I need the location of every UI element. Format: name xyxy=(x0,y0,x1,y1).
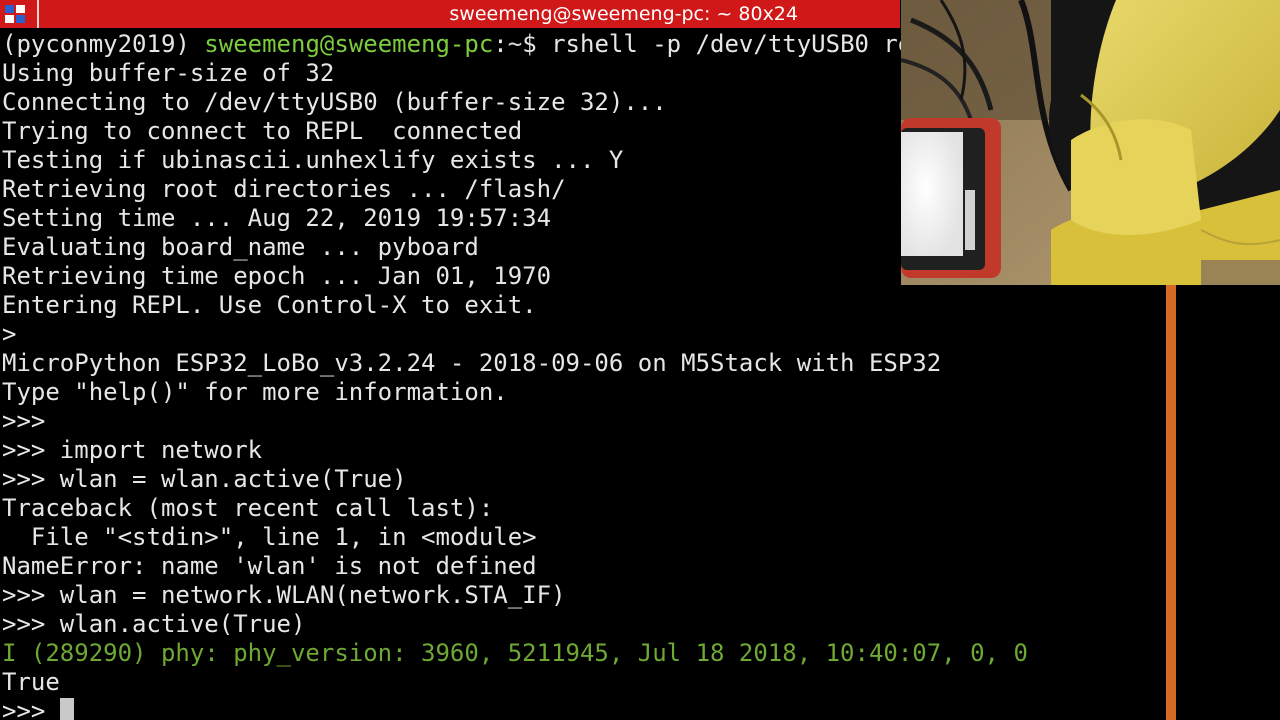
webcam-image xyxy=(901,0,1280,285)
terminal-line: Setting time ... Aug 22, 2019 19:57:34 xyxy=(2,204,552,232)
terminal-title-bar[interactable]: sweemeng@sweemeng-pc: ~ 80x24 xyxy=(0,0,900,28)
esp-log-line: I (289290) phy: phy_version: 3960, 52119… xyxy=(2,639,1028,667)
text-cursor xyxy=(59,698,74,720)
prompt-command: rshell -p /dev/ttyUSB0 re xyxy=(536,30,913,58)
terminal-line: >>> import network xyxy=(2,436,263,464)
terminal-line: >>> wlan = wlan.active(True) xyxy=(2,465,407,493)
terminal-line: Connecting to /dev/ttyUSB0 (buffer-size … xyxy=(2,88,667,116)
side-accent-bar xyxy=(1166,285,1176,720)
terminal-line: >>> wlan.active(True) xyxy=(2,610,306,638)
virtualenv-name: (pyconmy2019) xyxy=(2,30,190,58)
terminal-line: Evaluating board_name ... pyboard xyxy=(2,233,479,261)
terminal-line: Retrieving time epoch ... Jan 01, 1970 xyxy=(2,262,552,290)
terminal-line: MicroPython ESP32_LoBo_v3.2.24 - 2018-09… xyxy=(2,349,942,377)
webcam-overlay xyxy=(901,0,1280,285)
terminal-line: Entering REPL. Use Control-X to exit. xyxy=(2,291,537,319)
terminal-line: >>> xyxy=(2,407,46,435)
window-title: sweemeng@sweemeng-pc: ~ 80x24 xyxy=(449,3,798,25)
terminal-line: Traceback (most recent call last): xyxy=(2,494,494,522)
terminal-line: Testing if ubinascii.unhexlify exists ..… xyxy=(2,146,624,174)
prompt-user-host: sweemeng@sweemeng-pc xyxy=(204,30,494,58)
terminal-line: NameError: name 'wlan' is not defined xyxy=(2,552,537,580)
screen: sweemeng@sweemeng-pc: ~ 80x24 (pyconmy20… xyxy=(0,0,1280,720)
terminal-line: Type "help()" for more information. xyxy=(2,378,508,406)
repl-result-line: True xyxy=(2,668,60,696)
prompt-path: ~ xyxy=(507,30,523,58)
repl-prompt-line: >>> xyxy=(2,697,74,720)
shell-prompt-line: (pyconmy2019) sweemeng@sweemeng-pc:~$ rs… xyxy=(2,30,912,59)
terminal-line: Using buffer-size of 32 xyxy=(2,59,335,87)
prompt-symbol: $ xyxy=(522,30,537,58)
terminal-line: File "<stdin>", line 1, in <module> xyxy=(2,523,537,551)
terminal-line: > xyxy=(2,320,17,348)
repl-prompt: >>> xyxy=(2,697,60,720)
terminal-line: Retrieving root directories ... /flash/ xyxy=(2,175,566,203)
prompt-separator: : xyxy=(493,30,508,58)
terminal-line: Trying to connect to REPL connected xyxy=(2,117,523,145)
terminal-line: >>> wlan = network.WLAN(network.STA_IF) xyxy=(2,581,566,609)
